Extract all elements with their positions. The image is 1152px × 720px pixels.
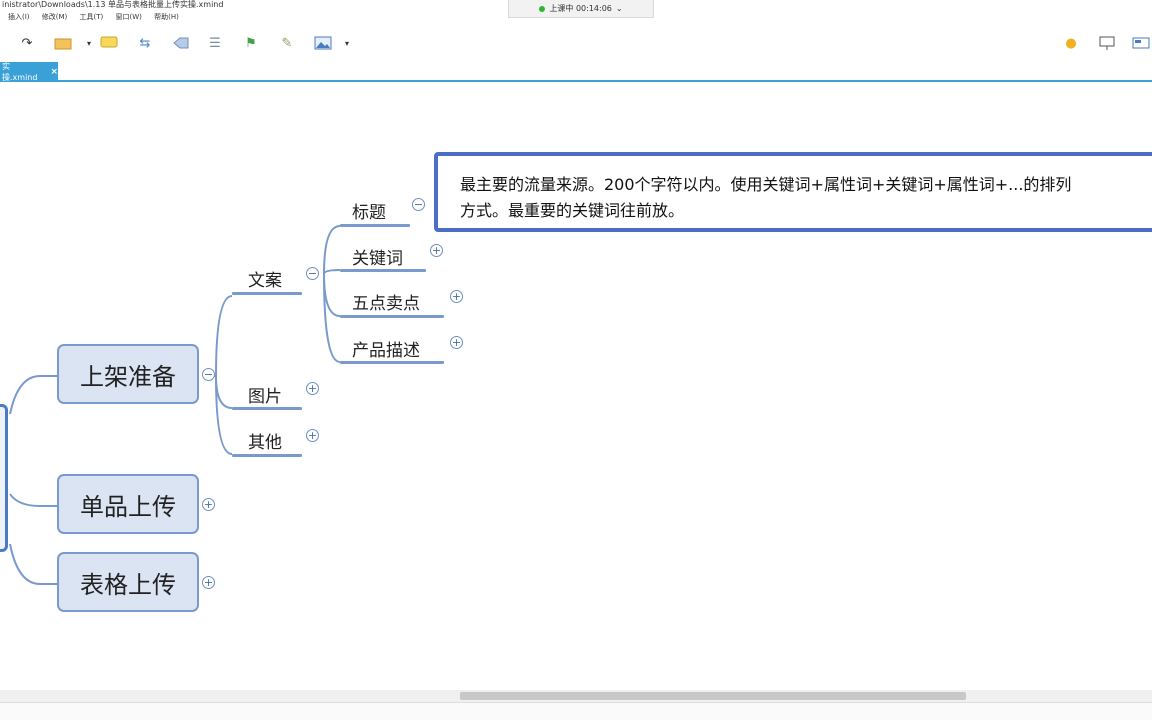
note-line: 最主要的流量来源。200个字符以内。使用关键词+属性词+关键词+属性词+...的… bbox=[460, 175, 1072, 194]
topic-others[interactable]: 其他 bbox=[248, 428, 282, 453]
horizontal-scrollbar[interactable] bbox=[0, 690, 1152, 702]
layout-icon[interactable] bbox=[1132, 34, 1150, 52]
expand-toggle[interactable]: + bbox=[202, 498, 215, 511]
menu-insert[interactable]: 插入(I) bbox=[8, 13, 30, 21]
topic-underline bbox=[232, 454, 302, 457]
topic-title[interactable]: 标题 bbox=[352, 198, 386, 223]
timer-label: 上课中 00:14:06 bbox=[549, 4, 612, 13]
expand-toggle[interactable]: + bbox=[450, 290, 463, 303]
open-folder-icon[interactable] bbox=[54, 34, 72, 52]
topic-underline bbox=[340, 315, 444, 318]
boundary-icon[interactable] bbox=[172, 34, 190, 52]
status-bar bbox=[0, 702, 1152, 720]
topic-underline bbox=[340, 224, 410, 227]
expand-toggle[interactable]: + bbox=[202, 576, 215, 589]
note-popup[interactable]: 最主要的流量来源。200个字符以内。使用关键词+属性词+关键词+属性词+...的… bbox=[434, 152, 1152, 232]
notes-icon[interactable]: ✎ bbox=[278, 34, 296, 52]
idea-icon[interactable]: ● bbox=[1062, 34, 1080, 52]
class-timer[interactable]: 上课中 00:14:06 ⌄ bbox=[508, 0, 654, 18]
expand-toggle[interactable]: + bbox=[306, 382, 319, 395]
presentation-icon[interactable] bbox=[1098, 34, 1116, 52]
comment-icon[interactable] bbox=[100, 34, 118, 52]
topic-underline bbox=[232, 407, 302, 410]
topic-listing-prep[interactable]: 上架准备 bbox=[57, 344, 199, 404]
relationship-icon[interactable]: ⇆ bbox=[136, 34, 154, 52]
chevron-down-icon[interactable]: ▾ bbox=[338, 34, 356, 52]
topic-images[interactable]: 图片 bbox=[248, 382, 282, 407]
topic-underline bbox=[340, 361, 444, 364]
topic-underline bbox=[232, 292, 302, 295]
expand-toggle[interactable]: + bbox=[430, 244, 443, 257]
menu-window[interactable]: 窗口(W) bbox=[116, 13, 142, 21]
central-topic-edge[interactable] bbox=[0, 404, 8, 552]
topic-copywriting[interactable]: 文案 bbox=[248, 266, 282, 291]
topic-product-description[interactable]: 产品描述 bbox=[352, 336, 420, 361]
topic-table-upload[interactable]: 表格上传 bbox=[57, 552, 199, 612]
image-icon[interactable] bbox=[314, 34, 332, 52]
marker-icon[interactable]: ⚑ bbox=[242, 34, 260, 52]
collapse-toggle[interactable]: − bbox=[306, 267, 319, 280]
redo-icon[interactable]: ↷ bbox=[18, 34, 36, 52]
collapse-toggle[interactable]: − bbox=[412, 198, 425, 211]
document-tab-bar: 实操.xmind × bbox=[0, 60, 1152, 82]
collapse-toggle[interactable]: − bbox=[202, 368, 215, 381]
menu-help[interactable]: 帮助(H) bbox=[154, 13, 179, 21]
mindmap-canvas[interactable]: 上架准备 单品上传 表格上传 − + + 文案 − 图片 + 其他 + 标题 −… bbox=[0, 84, 1152, 690]
topic-keywords[interactable]: 关键词 bbox=[352, 244, 403, 269]
topic-single-upload[interactable]: 单品上传 bbox=[57, 474, 199, 534]
summary-icon[interactable]: ☰ bbox=[206, 34, 224, 52]
note-line: 方式。最重要的关键词往前放。 bbox=[460, 201, 685, 220]
tab-document[interactable]: 实操.xmind × bbox=[0, 62, 58, 82]
chevron-down-icon[interactable]: ▾ bbox=[80, 34, 98, 52]
menu-tools[interactable]: 工具(T) bbox=[80, 13, 104, 21]
live-dot-icon bbox=[539, 5, 546, 12]
chevron-down-icon: ⌄ bbox=[615, 4, 623, 13]
expand-toggle[interactable]: + bbox=[306, 429, 319, 442]
menu-modify[interactable]: 修改(M) bbox=[42, 13, 68, 21]
topic-five-bullets[interactable]: 五点卖点 bbox=[352, 289, 420, 314]
topic-underline bbox=[340, 269, 426, 272]
toolbar: ↷ ▾ ⇆ ☰ ⚑ ✎ ▾ ● bbox=[0, 28, 1152, 58]
expand-toggle[interactable]: + bbox=[450, 336, 463, 349]
tab-label: 实操.xmind bbox=[2, 62, 38, 82]
close-icon[interactable]: × bbox=[50, 67, 58, 77]
scrollbar-thumb[interactable] bbox=[460, 692, 966, 700]
